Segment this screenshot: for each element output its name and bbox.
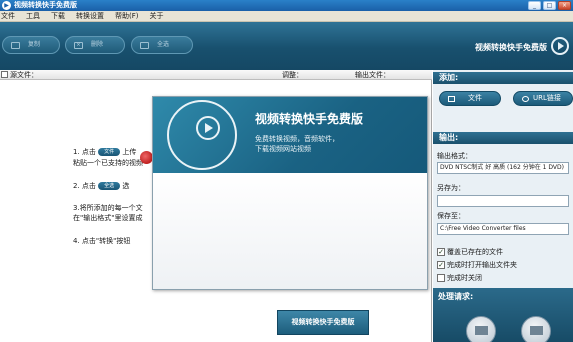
menu-file[interactable]: 文件	[1, 11, 15, 21]
close-on-finish-check-icon	[437, 274, 445, 282]
splash-window: 视频转换快手免费版 免费转换视频，音频软件， 下载视频网站视频	[152, 96, 428, 290]
globe-icon	[522, 95, 529, 102]
copy-button[interactable]: 复制	[2, 36, 60, 54]
step-1-text: 1. 点击	[73, 148, 96, 156]
play-icon	[196, 116, 220, 140]
close-on-finish-label: 完成时关闭	[447, 274, 482, 282]
save-as-label: 另存为：	[437, 184, 465, 192]
menu-help[interactable]: 帮助(F)	[115, 11, 139, 21]
step-1-tail: 上传	[122, 148, 137, 156]
splash-title: 视频转换快手免费版	[255, 112, 364, 126]
menu-about[interactable]: 关于	[150, 11, 164, 21]
overwrite-label: 覆盖已存在的文件	[447, 248, 503, 256]
column-output[interactable]: 输出文件：	[355, 71, 390, 79]
select-all-checkbox[interactable]	[1, 71, 8, 78]
overwrite-check-icon: ✓	[437, 248, 445, 256]
select-all-icon	[140, 41, 149, 49]
add-file-label: 文件	[468, 94, 482, 102]
menu-download[interactable]: 下载	[51, 11, 65, 21]
open-folder-checkbox[interactable]: ✓ 完成时打开输出文件夹	[437, 260, 517, 270]
column-adjust[interactable]: 调整：	[282, 71, 303, 79]
window-controls: _ □ ×	[528, 1, 571, 10]
app-icon: ▶	[2, 1, 11, 10]
menu-bar: 文件 工具 下载 转换设置 帮助(F) 关于	[0, 11, 573, 22]
output-section-title: 输出:	[433, 132, 573, 144]
title-bar: ▶ 视频转换快手免费版 _ □ ×	[0, 0, 573, 11]
add-section-title: 添加:	[433, 72, 573, 84]
select-all-label: 全选	[157, 41, 170, 48]
select-all-pill: 全选	[98, 182, 121, 190]
maximize-button[interactable]: □	[543, 1, 556, 10]
splash-subtitle-2: 下载视频网站视频	[255, 145, 311, 153]
open-folder-label: 完成时打开输出文件夹	[447, 261, 517, 269]
instruction-step-3b: 在"输出格式"里设置成	[73, 214, 143, 222]
instruction-step-4: 4. 点击"转换"按钮	[73, 237, 131, 245]
process-section: 处理请求:	[433, 288, 573, 342]
add-file-button[interactable]: 文件	[439, 91, 501, 106]
file-list-header: 源文件： 调整： 输出文件：	[0, 70, 432, 80]
close-on-finish-checkbox[interactable]: 完成时关闭	[437, 273, 482, 283]
close-button[interactable]: ×	[558, 1, 571, 10]
instruction-step-1: 1. 点击 文件 上传	[73, 147, 136, 157]
save-to-label: 保存至：	[437, 212, 465, 220]
save-as-input[interactable]	[437, 195, 569, 207]
splash-header: 视频转换快手免费版 免费转换视频，音频软件， 下载视频网站视频	[153, 97, 427, 173]
delete-label: 删除	[91, 41, 104, 48]
convert-button[interactable]: 视频转换快手免费版	[277, 310, 369, 335]
copy-icon	[11, 41, 20, 49]
instruction-step-3: 3.将所添加的每一个文	[73, 204, 143, 212]
add-url-button[interactable]: URL链接	[513, 91, 573, 106]
copy-label: 复制	[28, 41, 41, 48]
splash-body	[153, 173, 427, 289]
delete-button[interactable]: × 删除	[65, 36, 125, 54]
brand-title: 视频转换快手免费版	[475, 43, 547, 52]
open-folder-check-icon: ✓	[437, 261, 445, 269]
process-title: 处理请求:	[438, 292, 474, 301]
window-title: 视频转换快手免费版	[14, 1, 77, 9]
overwrite-checkbox[interactable]: ✓ 覆盖已存在的文件	[437, 247, 503, 257]
delete-icon: ×	[74, 41, 83, 49]
menu-convert-settings[interactable]: 转换设置	[76, 11, 104, 21]
splash-subtitle-1: 免费转换视频，音频软件，	[255, 135, 339, 143]
splash-logo-icon	[167, 100, 237, 170]
instruction-step-1b: 粘贴一个已支持的视频	[73, 159, 143, 167]
select-all-button[interactable]: 全选	[131, 36, 193, 54]
menu-tools[interactable]: 工具	[26, 11, 40, 21]
step-2-text: 2. 点击	[73, 182, 96, 190]
file-pill: 文件	[98, 148, 121, 156]
save-to-input[interactable]: C:\Free Video Converter files	[437, 223, 569, 235]
logo-icon	[551, 37, 569, 55]
file-icon	[448, 95, 455, 102]
format-label: 输出格式：	[437, 152, 472, 160]
minimize-button[interactable]: _	[528, 1, 541, 10]
toolbar: 复制 × 删除 全选 视频转换快手免费版	[0, 22, 573, 70]
move-up-button[interactable]	[466, 316, 496, 342]
move-down-button[interactable]	[521, 316, 551, 342]
add-url-label: URL链接	[533, 94, 561, 102]
output-format-select[interactable]: DVD NTSC制式 好 高质 (162 分钟在 1 DVD)	[437, 162, 569, 174]
right-panel: 添加: 文件 URL链接 输出: 输出格式： DVD NTSC制式 好 高质 (…	[433, 70, 573, 342]
step-2-tail: 选	[122, 182, 130, 190]
instruction-step-2: 2. 点击 全选 选	[73, 181, 129, 191]
column-source[interactable]: 源文件：	[10, 71, 38, 79]
